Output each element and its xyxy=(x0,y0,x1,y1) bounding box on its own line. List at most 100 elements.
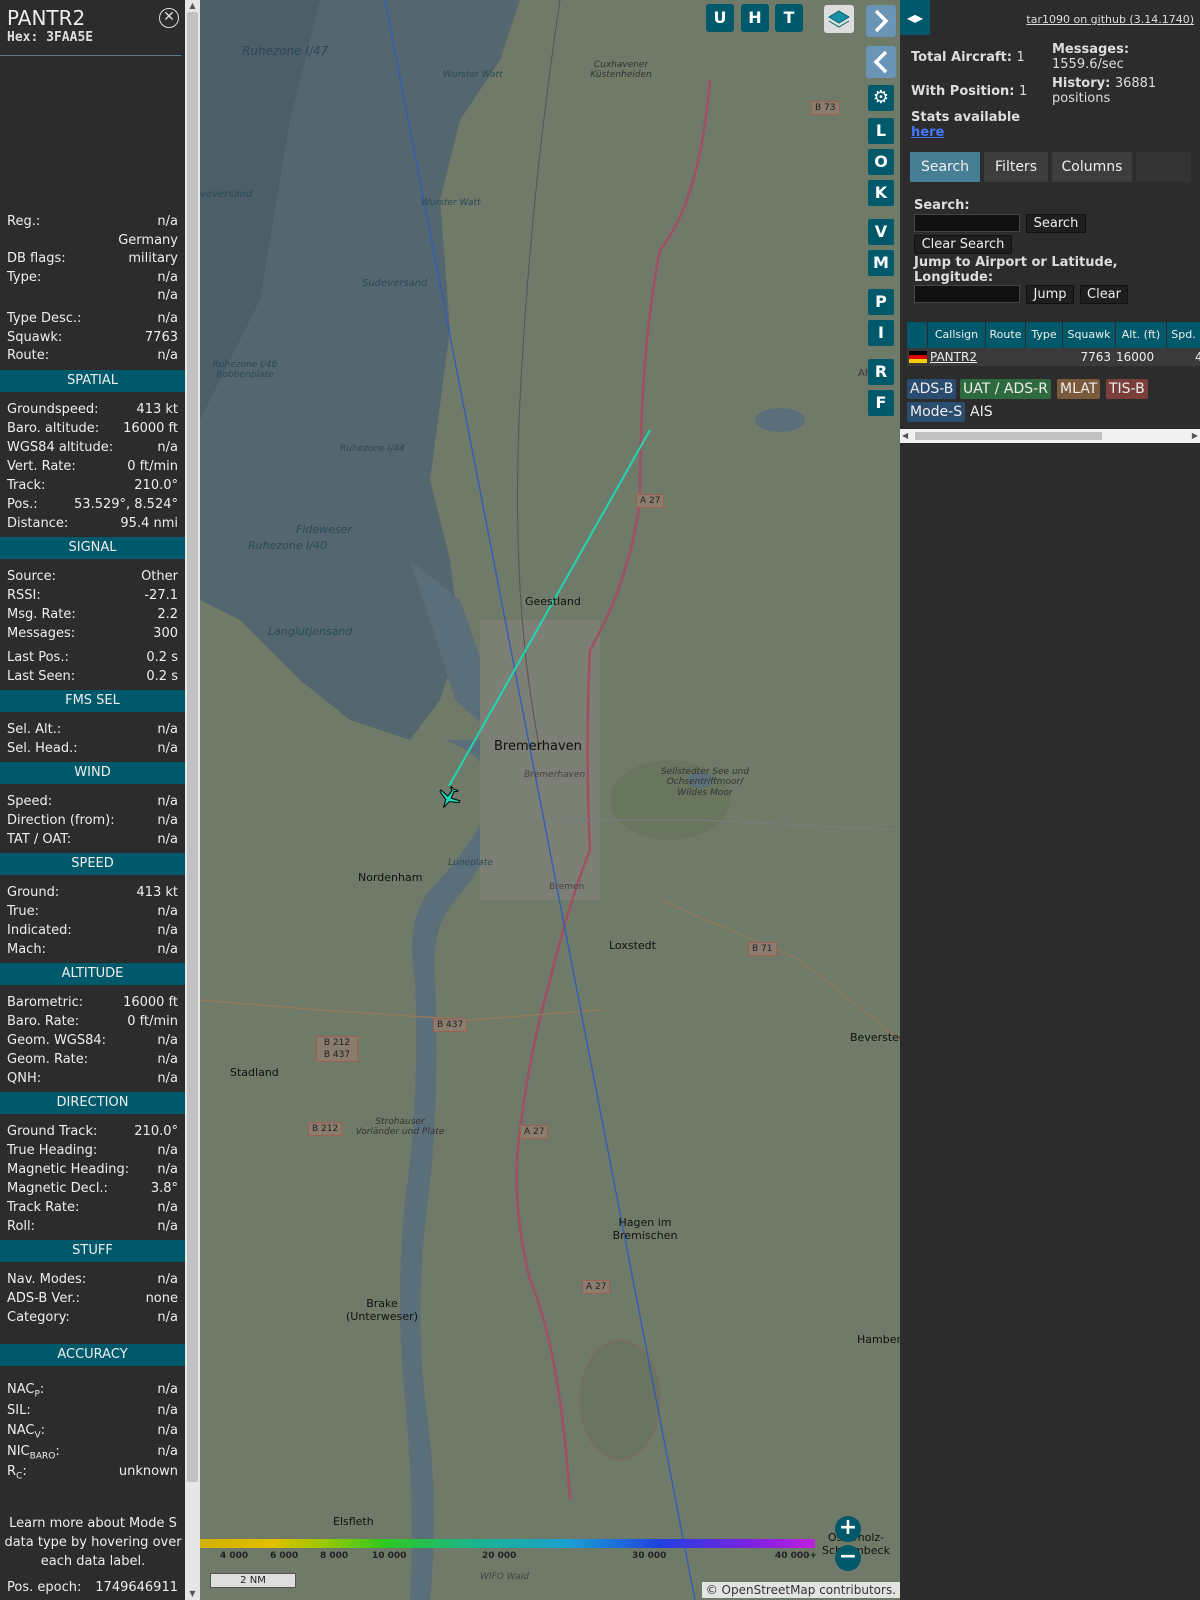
clear-search-button[interactable]: Clear Search xyxy=(914,235,1012,254)
tab-columns[interactable]: Columns xyxy=(1052,152,1132,182)
zoom-in-button[interactable]: + xyxy=(835,1516,861,1542)
direction-row-2: Magnetic Heading: n/a xyxy=(7,1160,178,1179)
scroll-left-arrow-icon[interactable]: ◀ xyxy=(902,429,908,443)
search-button[interactable]: Search xyxy=(1026,214,1086,233)
signal-row-2-value: 2.2 xyxy=(157,607,178,622)
wind-row-1: Direction (from): n/a xyxy=(7,811,178,830)
map-button-f[interactable]: F xyxy=(868,390,894,416)
scrollbar-thumb[interactable] xyxy=(187,12,198,1482)
pos-epoch-label: Pos. epoch: xyxy=(7,1580,82,1595)
stuff-row-1-label: ADS-B Ver.: xyxy=(7,1291,80,1306)
col-speed[interactable]: Spd. xyxy=(1167,322,1200,348)
direction-row-1-value: n/a xyxy=(157,1143,178,1158)
zoom-out-button[interactable]: − xyxy=(835,1545,861,1571)
search-input[interactable] xyxy=(914,214,1020,232)
messages-label: Messages: xyxy=(1052,42,1130,57)
clear-button[interactable]: Clear xyxy=(1080,285,1128,304)
jump-button[interactable]: Jump xyxy=(1026,285,1074,304)
altitude-legend-label: 10 000 xyxy=(372,1551,407,1561)
direction-row-2-value: n/a xyxy=(157,1162,178,1177)
scroll-down-arrow-icon[interactable]: ▼ xyxy=(185,1588,200,1600)
aircraft-icon[interactable] xyxy=(436,785,462,811)
source-adsb: ADS-B xyxy=(907,379,957,399)
row-altitude: 16000 xyxy=(1116,350,1155,364)
signal-row-0-value: Other xyxy=(141,569,178,584)
col-callsign[interactable]: Callsign xyxy=(928,322,985,348)
spatial-row-4-label: Track: xyxy=(7,478,46,493)
signal-row-1: RSSI: -27.1 xyxy=(7,586,178,605)
wind-row-2-value: n/a xyxy=(157,832,178,847)
row-callsign[interactable]: PANTR2 xyxy=(930,348,977,366)
map-button-p[interactable]: P xyxy=(868,289,894,315)
map-view[interactable]: Ruhezone I/47 Wurster Watt Cuxhavener Küst… xyxy=(200,0,900,1600)
col-type[interactable]: Type xyxy=(1026,322,1062,348)
section-fmssel: FMS SEL xyxy=(0,690,185,712)
github-link[interactable]: tar1090 on github (3.14.1740) xyxy=(1026,13,1194,26)
map-button-k[interactable]: K xyxy=(868,180,894,206)
direction-row-5: Roll: n/a xyxy=(7,1217,178,1236)
col-altitude[interactable]: Alt. (ft) xyxy=(1116,322,1166,348)
spatial-row-4: Track: 210.0° xyxy=(7,476,178,495)
map-place-label: Ruhezone I/46 Robbenplate xyxy=(212,360,278,381)
section-direction: DIRECTION xyxy=(0,1092,185,1114)
stuff-row-0: Nav. Modes: n/a xyxy=(7,1270,178,1289)
altitude-row-3-label: Geom. Rate: xyxy=(7,1052,89,1067)
search-label: Search: xyxy=(914,198,970,213)
stats-label: Stats available xyxy=(911,110,1021,125)
tab-search[interactable]: Search xyxy=(910,152,980,182)
selected-hex: Hex: 3FAA5E xyxy=(7,30,94,45)
map-canvas[interactable] xyxy=(200,0,900,1600)
map-button-i[interactable]: I xyxy=(868,320,894,346)
map-place-label: Brake (Unterweser) xyxy=(346,1297,418,1323)
map-place-label: Loxstedt xyxy=(609,939,656,952)
speed-row-1-value: n/a xyxy=(157,904,178,919)
scroll-up-arrow-icon[interactable]: ▲ xyxy=(185,0,200,12)
resize-arrows-icon[interactable]: ◂▸ xyxy=(900,0,930,35)
info-row-5-label: Type Desc.: xyxy=(7,311,82,326)
horizontal-scrollbar[interactable]: ◀ ▶ xyxy=(900,429,1200,443)
table-row[interactable]: PANTR2 7763 16000 4 xyxy=(907,348,1200,366)
map-button-o[interactable]: O xyxy=(868,149,894,175)
scroll-right-arrow-icon[interactable]: ▶ xyxy=(1192,429,1198,443)
settings-gear-icon[interactable]: ⚙ xyxy=(868,85,894,111)
spatial-row-1: Baro. altitude: 16000 ft xyxy=(7,419,178,438)
germany-flag-icon xyxy=(909,351,927,363)
direction-row-3-label: Magnetic Decl.: xyxy=(7,1181,108,1196)
speed-row-3-label: Mach: xyxy=(7,942,46,957)
altitude-row-1-value: 0 ft/min xyxy=(127,1014,178,1029)
col-route[interactable]: Route xyxy=(986,322,1025,348)
signal-row-1-value: -27.1 xyxy=(144,588,178,603)
horizontal-scrollbar-thumb[interactable] xyxy=(915,432,1102,440)
messages-value: 1559.6/sec xyxy=(1052,57,1124,72)
sidebar-scrollbar[interactable]: ▲ ▼ xyxy=(185,0,200,1600)
map-place-label: Cuxhavener Küstenheiden xyxy=(590,60,652,81)
history-stat: History: 36881 positions xyxy=(1052,76,1192,106)
map-button-m[interactable]: M xyxy=(868,250,894,276)
stuff-row-2-label: Category: xyxy=(7,1310,70,1325)
fmssel-row-0-label: Sel. Alt.: xyxy=(7,722,62,737)
speed-row-0-label: Ground: xyxy=(7,885,60,900)
close-icon[interactable]: ✕ xyxy=(159,8,179,28)
stats-link[interactable]: here xyxy=(911,125,1020,140)
toolbar-button-t[interactable]: T xyxy=(775,4,803,32)
info-row-7-value: n/a xyxy=(157,348,178,363)
altitude-legend-label: 6 000 xyxy=(270,1551,299,1561)
mode-s-footnote: Learn more about Mode S data type by hov… xyxy=(4,1516,182,1569)
jump-input[interactable] xyxy=(914,285,1020,303)
expand-sidebar-button[interactable] xyxy=(866,46,896,78)
collapse-sidebar-button[interactable] xyxy=(866,5,896,37)
info-row-3-label: Type: xyxy=(7,270,42,285)
chevron-right-icon xyxy=(874,9,889,33)
map-button-l[interactable]: L xyxy=(868,118,894,144)
road-shield: B 212 B 437 xyxy=(316,1036,358,1062)
col-squawk[interactable]: Squawk xyxy=(1063,322,1115,348)
section-speed: SPEED xyxy=(0,853,185,875)
layers-button[interactable] xyxy=(824,5,854,33)
layers-icon xyxy=(828,10,850,28)
toolbar-button-h[interactable]: H xyxy=(741,4,769,32)
tab-filters[interactable]: Filters xyxy=(984,152,1048,182)
map-button-v[interactable]: V xyxy=(868,219,894,245)
toolbar-button-u[interactable]: U xyxy=(706,4,734,32)
accuracy-row-2: NACV: n/a xyxy=(7,1423,178,1441)
map-button-r[interactable]: R xyxy=(868,359,894,385)
